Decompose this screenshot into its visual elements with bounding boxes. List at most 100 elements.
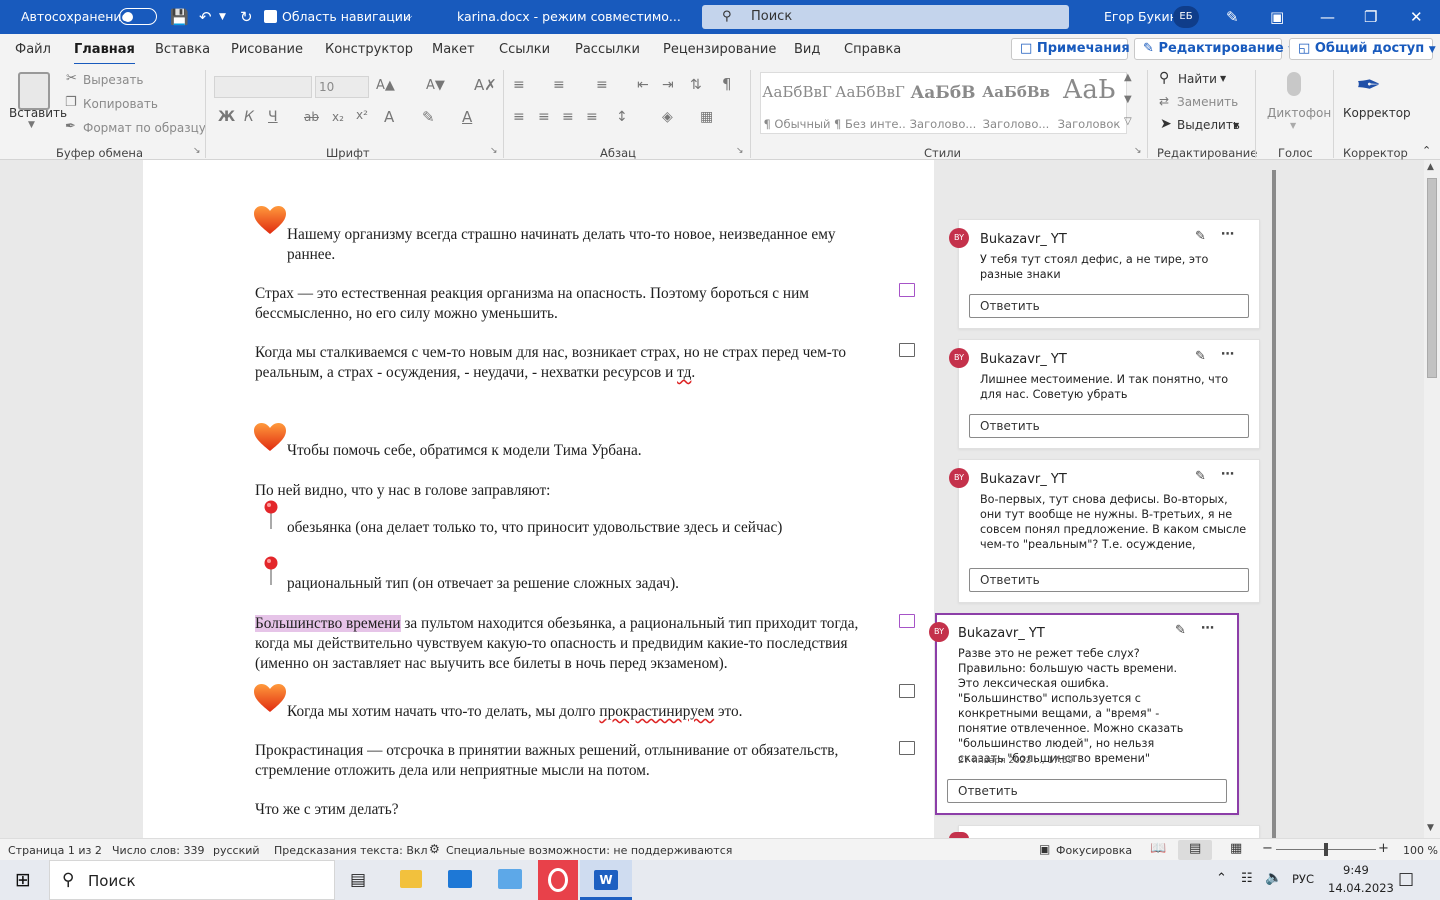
comment-marker-icon[interactable]: [899, 684, 915, 698]
dialog-launcher-icon[interactable]: ↘: [193, 146, 201, 156]
language-indicator[interactable]: РУС: [1292, 872, 1314, 886]
comment-card[interactable]: BY Bukazavr_ YT ✎ ⋯ Лишнее местоимение. …: [949, 339, 1260, 449]
more-options-icon[interactable]: ⋯: [1221, 467, 1234, 482]
spelling-error[interactable]: прокрастинируем: [599, 703, 714, 720]
scroll-down-icon[interactable]: ▼: [1427, 823, 1434, 833]
sort-icon[interactable]: ⇅: [690, 77, 702, 93]
scrollbar-thumb[interactable]: [1427, 178, 1437, 378]
tab-layout[interactable]: Макет: [432, 42, 475, 57]
paste-icon[interactable]: [18, 72, 50, 110]
cut-button[interactable]: Вырезать: [83, 73, 144, 87]
corrector-icon[interactable]: ✒: [1356, 68, 1381, 103]
styles-scroll-down-icon[interactable]: ▼: [1124, 94, 1132, 105]
comment-marker-icon[interactable]: [899, 741, 915, 755]
tab-help[interactable]: Справка: [844, 42, 901, 57]
dialog-launcher-icon[interactable]: ↘: [490, 146, 498, 156]
file-explorer-icon[interactable]: [400, 870, 422, 888]
undo-dropdown-icon[interactable]: ▼: [219, 12, 226, 22]
volume-icon[interactable]: 🔈: [1265, 870, 1282, 886]
scroll-up-icon[interactable]: ▲: [1427, 162, 1434, 172]
accessibility-status[interactable]: Специальные возможности: не поддерживают…: [446, 844, 732, 857]
comments-pane-scrollbar[interactable]: [1272, 170, 1276, 838]
tab-references[interactable]: Ссылки: [499, 42, 550, 57]
web-layout-icon[interactable]: ▦: [1230, 841, 1242, 856]
dictate-button[interactable]: Диктофон: [1267, 106, 1331, 120]
autosave-toggle[interactable]: [119, 8, 157, 25]
more-options-icon[interactable]: ⋯: [1221, 227, 1234, 242]
customize-toolbar-icon[interactable]: ⌵: [404, 10, 412, 24]
ribbon-display-icon[interactable]: ▣: [1270, 8, 1284, 26]
minimize-icon[interactable]: —: [1320, 8, 1335, 26]
reply-button[interactable]: Ответить: [969, 294, 1249, 318]
zoom-level[interactable]: 100 %: [1403, 844, 1438, 857]
justify-icon[interactable]: ≡: [586, 109, 598, 125]
format-painter-button[interactable]: Формат по образцу: [83, 121, 206, 135]
comment-marker-icon[interactable]: [899, 283, 915, 297]
collapse-ribbon-icon[interactable]: ⌃: [1422, 144, 1431, 157]
edit-icon[interactable]: ✎: [1175, 623, 1186, 638]
borders-icon[interactable]: ▦: [700, 109, 713, 125]
subscript-icon[interactable]: x₂: [332, 110, 344, 124]
dialog-launcher-icon[interactable]: ↘: [1134, 146, 1142, 156]
align-right-icon[interactable]: ≡: [562, 109, 574, 125]
increase-indent-icon[interactable]: ⇥: [662, 77, 674, 93]
font-color-icon[interactable]: A: [462, 108, 472, 126]
multilevel-list-icon[interactable]: ≡: [596, 77, 608, 93]
tab-home[interactable]: Главная: [74, 42, 135, 66]
taskbar-search-box[interactable]: ⚲ Поиск: [49, 860, 335, 900]
strikethrough-button[interactable]: ab: [304, 110, 319, 124]
chevron-down-icon[interactable]: ▼: [1290, 121, 1296, 130]
paragraph[interactable]: Что же с этим делать?: [255, 800, 895, 820]
list-item[interactable]: обезьянка (она делает только то, что при…: [287, 518, 887, 538]
comment-card-active[interactable]: BY Bukazavr_ YT ✎ ⋯ Разве это не режет т…: [929, 613, 1239, 815]
grow-font-icon[interactable]: A▲: [376, 78, 395, 93]
edit-icon[interactable]: ✎: [1195, 469, 1206, 484]
comment-card[interactable]: BY Bukazavr_ YT ✎ ⋯ У тебя тут стоял деф…: [949, 219, 1260, 329]
styles-scroll-up-icon[interactable]: ▲: [1124, 72, 1132, 83]
undo-icon[interactable]: ↶: [199, 8, 212, 26]
style-normal[interactable]: АаБбВвГ ¶ Обычный: [761, 73, 833, 135]
maximize-icon[interactable]: ❐: [1364, 8, 1377, 26]
paragraph[interactable]: Когда мы сталкиваемся с чем-то новым для…: [255, 343, 895, 383]
more-options-icon[interactable]: ⋯: [1201, 621, 1214, 636]
comment-marker-icon[interactable]: [899, 343, 915, 357]
task-view-icon[interactable]: ▤: [350, 870, 366, 890]
bullets-icon[interactable]: ≡: [513, 77, 525, 93]
windows-start-icon[interactable]: ⊞: [15, 869, 31, 891]
redo-icon[interactable]: ↻: [240, 8, 253, 26]
reply-button[interactable]: Ответить: [969, 414, 1249, 438]
user-name[interactable]: Егор Букин: [1104, 9, 1178, 24]
chevron-down-icon[interactable]: ▼: [1220, 74, 1226, 83]
corrector-button[interactable]: Корректор: [1343, 106, 1411, 120]
underline-button[interactable]: Ч: [268, 109, 278, 125]
font-size-select[interactable]: 10: [315, 76, 369, 98]
bold-button[interactable]: Ж: [218, 109, 235, 125]
editing-mode-button[interactable]: ✎ Редактирование ▼: [1134, 38, 1295, 60]
commented-text[interactable]: Большинство времени: [255, 615, 401, 632]
edit-icon[interactable]: ✎: [1195, 349, 1206, 364]
paragraph[interactable]: Страх — это естественная реакция организ…: [255, 284, 895, 324]
style-title[interactable]: АаЬ Заголовок: [1053, 73, 1125, 135]
opera-icon[interactable]: [538, 860, 578, 900]
spelling-error[interactable]: тд: [677, 364, 691, 381]
read-mode-icon[interactable]: 📖: [1150, 841, 1166, 856]
word-taskbar-button[interactable]: W: [580, 860, 632, 900]
highlight-color-icon[interactable]: ✎: [422, 108, 435, 126]
zoom-in-icon[interactable]: +: [1378, 841, 1389, 856]
share-button[interactable]: ◱ Общий доступ ▼: [1289, 38, 1436, 60]
chevron-up-icon[interactable]: ⌃: [1216, 871, 1227, 886]
replace-button[interactable]: Заменить: [1177, 95, 1238, 109]
paragraph[interactable]: Чтобы помочь себе, обратимся к модели Ти…: [287, 441, 887, 461]
user-avatar[interactable]: ЕБ: [1173, 6, 1199, 28]
paste-button[interactable]: Вставить: [9, 106, 67, 120]
styles-more-icon[interactable]: ▽: [1124, 116, 1132, 127]
font-name-select[interactable]: [214, 76, 312, 98]
copy-button[interactable]: Копировать: [83, 97, 158, 111]
zoom-slider-thumb[interactable]: [1324, 843, 1328, 856]
vertical-scrollbar[interactable]: ▲ ▼: [1424, 160, 1440, 838]
pen-icon[interactable]: ✎: [1226, 8, 1239, 26]
numbering-icon[interactable]: ≡: [553, 77, 565, 93]
word-count[interactable]: Число слов: 339: [112, 844, 205, 857]
style-heading-1[interactable]: АаБбВ Заголово...: [907, 73, 979, 135]
paragraph[interactable]: Большинство времени за пультом находится…: [255, 614, 885, 674]
